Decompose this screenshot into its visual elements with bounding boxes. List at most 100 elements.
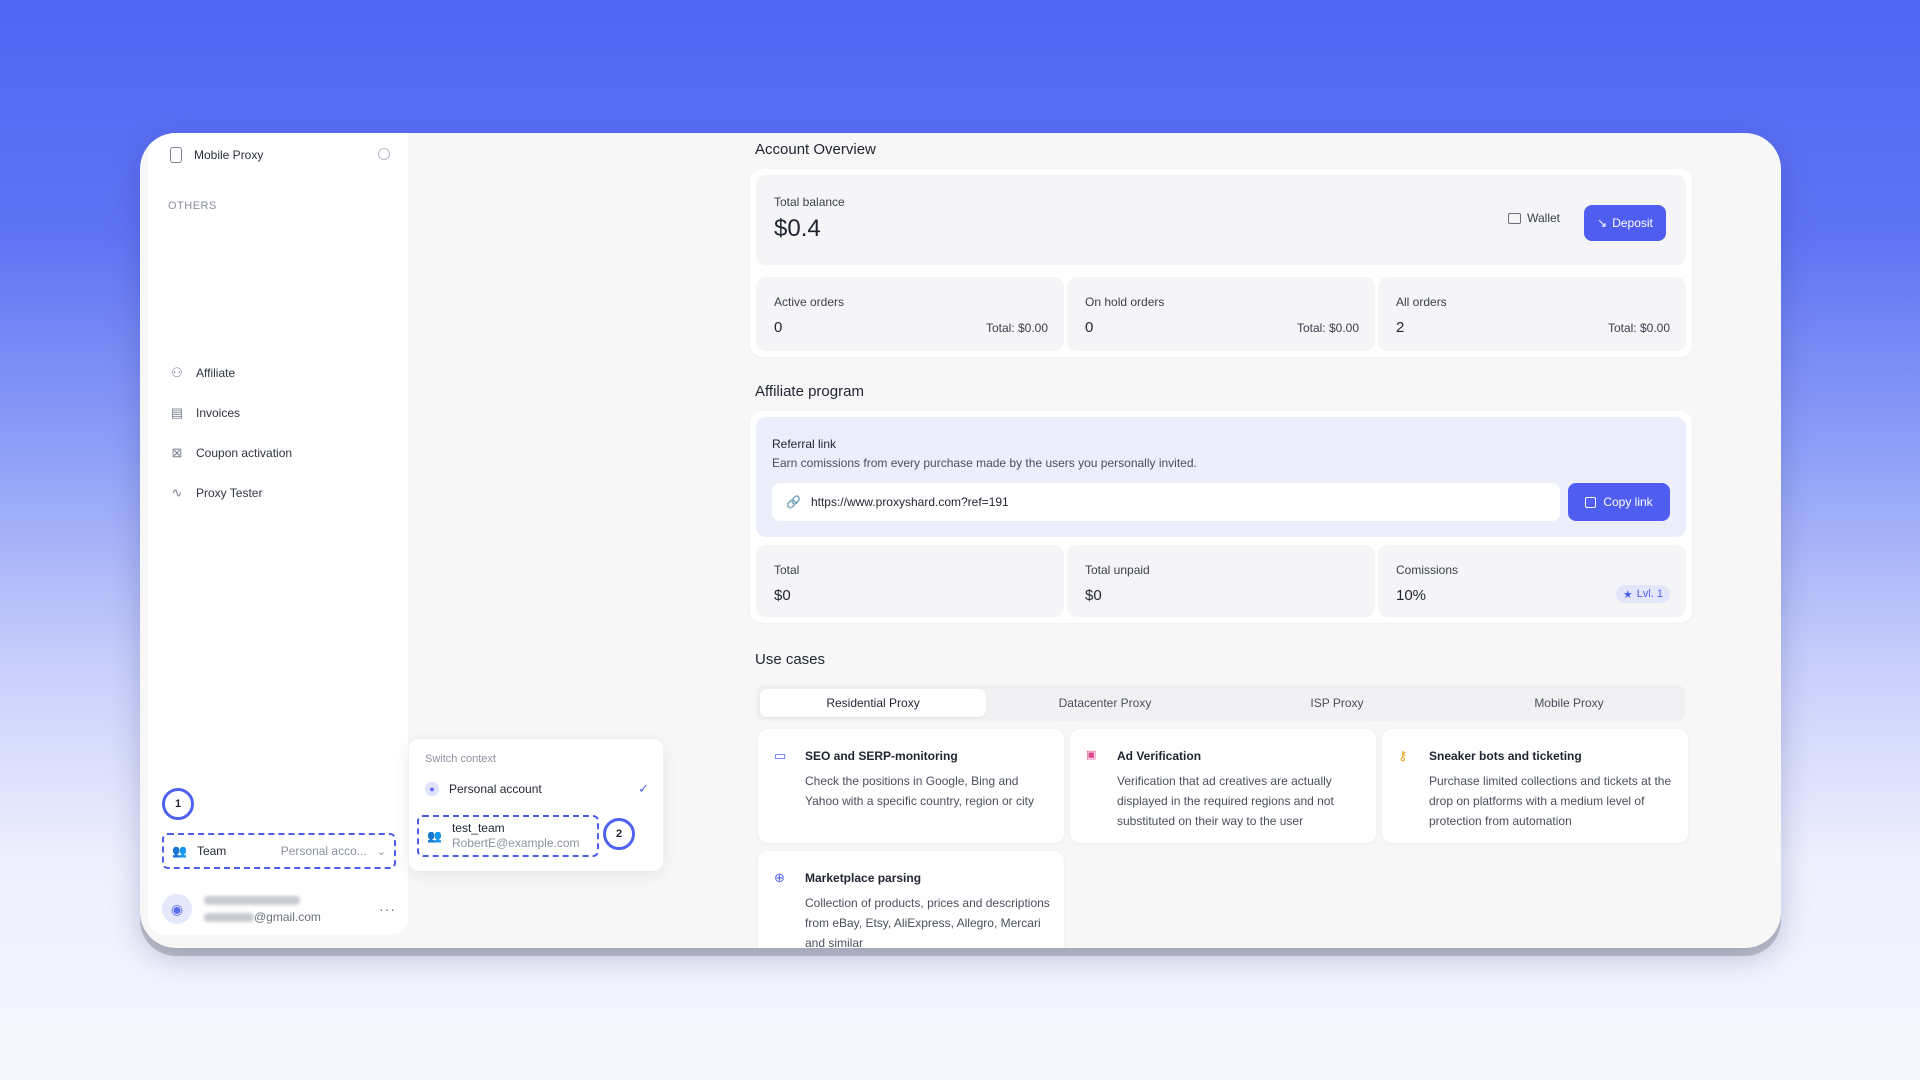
arrow-down-right-icon: ↘: [1597, 216, 1608, 230]
star-icon: ★: [1622, 588, 1633, 601]
team-context-select[interactable]: 👥 Team Personal acco... ⌄: [162, 833, 396, 869]
use-case-card-ad-verification[interactable]: ▣ Ad Verification Verification that ad c…: [1070, 729, 1376, 843]
chevron-down-icon: ⌄: [376, 845, 386, 858]
team-select-value: Personal acco...: [280, 844, 367, 858]
link-icon: 🔗: [786, 495, 801, 509]
use-case-title: Ad Verification: [1117, 749, 1202, 763]
coupon-icon: ⊠: [171, 445, 183, 460]
sidebar-item-invoices[interactable]: ▤ Invoices: [170, 399, 390, 427]
user-info: @gmail.com: [204, 893, 321, 925]
tab-residential-proxy[interactable]: Residential Proxy: [760, 689, 986, 717]
stat-total: Total $0: [756, 545, 1064, 617]
annotation-badge-1: 1: [162, 788, 194, 820]
switch-context-popup: Switch context ● Personal account ✓ 👥 te…: [409, 739, 663, 871]
globe-icon: ⊕: [774, 870, 785, 885]
stat-all-orders: All orders 2 Total: $0.00: [1378, 277, 1686, 351]
sidebar-item-label: Affiliate: [196, 366, 236, 380]
use-cases-heading: Use cases: [755, 651, 826, 668]
sidebar: Mobile Proxy OTHERS ⚇ Affiliate ▤ Invoic…: [148, 133, 408, 935]
checkmark-icon: ✓: [638, 781, 649, 796]
use-case-title: Sneaker bots and ticketing: [1429, 749, 1582, 763]
stat-value: 0: [1085, 319, 1094, 336]
avatar: ◉: [162, 894, 192, 924]
user-icon: ●: [425, 782, 439, 796]
annotation-badge-2: 2: [603, 818, 635, 850]
sidebar-item-label: Mobile Proxy: [194, 148, 264, 162]
team-select-label: Team: [196, 844, 227, 858]
stat-value: 10%: [1396, 587, 1427, 604]
balance-panel: Total balance $0.4 Wallet ↘ Deposit: [756, 175, 1686, 265]
wallet-icon: [1508, 212, 1522, 224]
pulse-icon: ∿: [171, 485, 183, 500]
stat-value: $0: [774, 587, 791, 604]
team-icon: 👥: [427, 829, 442, 843]
referral-panel: Referral link Earn comissions from every…: [756, 417, 1686, 537]
browser-icon: ▭: [774, 748, 787, 763]
popup-title: Switch context: [425, 753, 496, 765]
sidebar-item-label: Coupon activation: [196, 446, 293, 460]
use-case-desc: Purchase limited collections and tickets…: [1429, 774, 1672, 828]
more-options-icon[interactable]: ···: [379, 901, 396, 917]
use-case-desc: Check the positions in Google, Bing and …: [805, 774, 1034, 808]
referral-link-field[interactable]: 🔗 https://www.proxyshard.com?ref=191: [772, 483, 1560, 521]
invoice-icon: ▤: [170, 405, 184, 420]
affiliate-icon: ⚇: [171, 365, 183, 380]
user-account-row[interactable]: ◉ @gmail.com ···: [162, 889, 396, 929]
team-name: test_team: [451, 821, 505, 835]
user-name-redacted: [204, 896, 300, 905]
deposit-label: Deposit: [1612, 216, 1653, 230]
stat-label: On hold orders: [1085, 295, 1165, 309]
wallet-button[interactable]: Wallet: [1508, 211, 1560, 225]
stat-on-hold-orders: On hold orders 0 Total: $0.00: [1067, 277, 1375, 351]
stat-total: Total: $0.00: [1607, 321, 1670, 335]
tab-isp-proxy[interactable]: ISP Proxy: [1224, 689, 1450, 717]
referral-title: Referral link: [772, 437, 837, 451]
sidebar-item-affiliate[interactable]: ⚇ Affiliate: [170, 359, 390, 387]
sidebar-item-proxy-tester[interactable]: ∿ Proxy Tester: [170, 479, 390, 507]
affiliate-heading: Affiliate program: [755, 383, 864, 400]
stat-active-orders: Active orders 0 Total: $0.00: [756, 277, 1064, 351]
use-case-tabs: Residential Proxy Datacenter Proxy ISP P…: [756, 685, 1686, 721]
use-case-desc: Verification that ad creatives are actua…: [1117, 774, 1334, 828]
team-email: RobertE@example.com: [451, 836, 580, 850]
deposit-button[interactable]: ↘ Deposit: [1584, 205, 1666, 241]
stat-commissions: Comissions 10% ★ Lvl. 1: [1378, 545, 1686, 617]
stat-label: Active orders: [774, 295, 845, 309]
use-cases-card: Residential Proxy Datacenter Proxy ISP P…: [750, 679, 1692, 948]
sidebar-item-mobile-proxy[interactable]: Mobile Proxy: [170, 143, 396, 167]
use-case-title: SEO and SERP-monitoring: [805, 749, 958, 763]
context-option-personal[interactable]: ● Personal account ✓: [417, 777, 655, 801]
stat-value: 0: [774, 319, 783, 336]
stat-label: Comissions: [1396, 563, 1459, 577]
user-email-suffix: @gmail.com: [254, 910, 321, 924]
user-key-icon: ⚷: [1398, 748, 1408, 763]
stat-value: 2: [1396, 319, 1405, 336]
tab-datacenter-proxy[interactable]: Datacenter Proxy: [992, 689, 1218, 717]
balance-value: $0.4: [774, 215, 821, 242]
app-window: Mobile Proxy OTHERS ⚇ Affiliate ▤ Invoic…: [140, 133, 1781, 948]
copy-link-button[interactable]: Copy link: [1568, 483, 1670, 521]
context-option-team[interactable]: 👥 test_team RobertE@example.com: [417, 815, 599, 857]
account-overview-heading: Account Overview: [755, 141, 876, 158]
stat-total: Total: $0.00: [985, 321, 1048, 335]
use-case-card-sneaker-bots[interactable]: ⚷ Sneaker bots and ticketing Purchase li…: [1382, 729, 1688, 843]
use-case-card-seo[interactable]: ▭ SEO and SERP-monitoring Check the posi…: [758, 729, 1064, 843]
referral-url: https://www.proxyshard.com?ref=191: [810, 495, 1009, 509]
sidebar-item-coupon-activation[interactable]: ⊠ Coupon activation: [170, 439, 390, 467]
referral-description: Earn comissions from every purchase made…: [772, 456, 1197, 470]
sidebar-item-label: Invoices: [196, 406, 241, 420]
balance-label: Total balance: [774, 195, 845, 209]
wallet-label: Wallet: [1527, 211, 1560, 225]
level-badge: ★ Lvl. 1: [1615, 585, 1670, 603]
context-option-label: Personal account: [449, 782, 542, 796]
use-case-card-marketplace[interactable]: ⊕ Marketplace parsing Collection of prod…: [758, 851, 1064, 948]
settings-icon[interactable]: [378, 148, 390, 160]
stat-total: Total: $0.00: [1296, 321, 1359, 335]
tab-mobile-proxy[interactable]: Mobile Proxy: [1456, 689, 1682, 717]
stat-label: All orders: [1396, 295, 1447, 309]
use-case-desc: Collection of products, prices and descr…: [805, 896, 1050, 948]
stat-value: $0: [1085, 587, 1102, 604]
mobile-icon: [170, 147, 182, 163]
level-label: Lvl. 1: [1636, 588, 1663, 600]
use-case-title: Marketplace parsing: [805, 871, 922, 885]
